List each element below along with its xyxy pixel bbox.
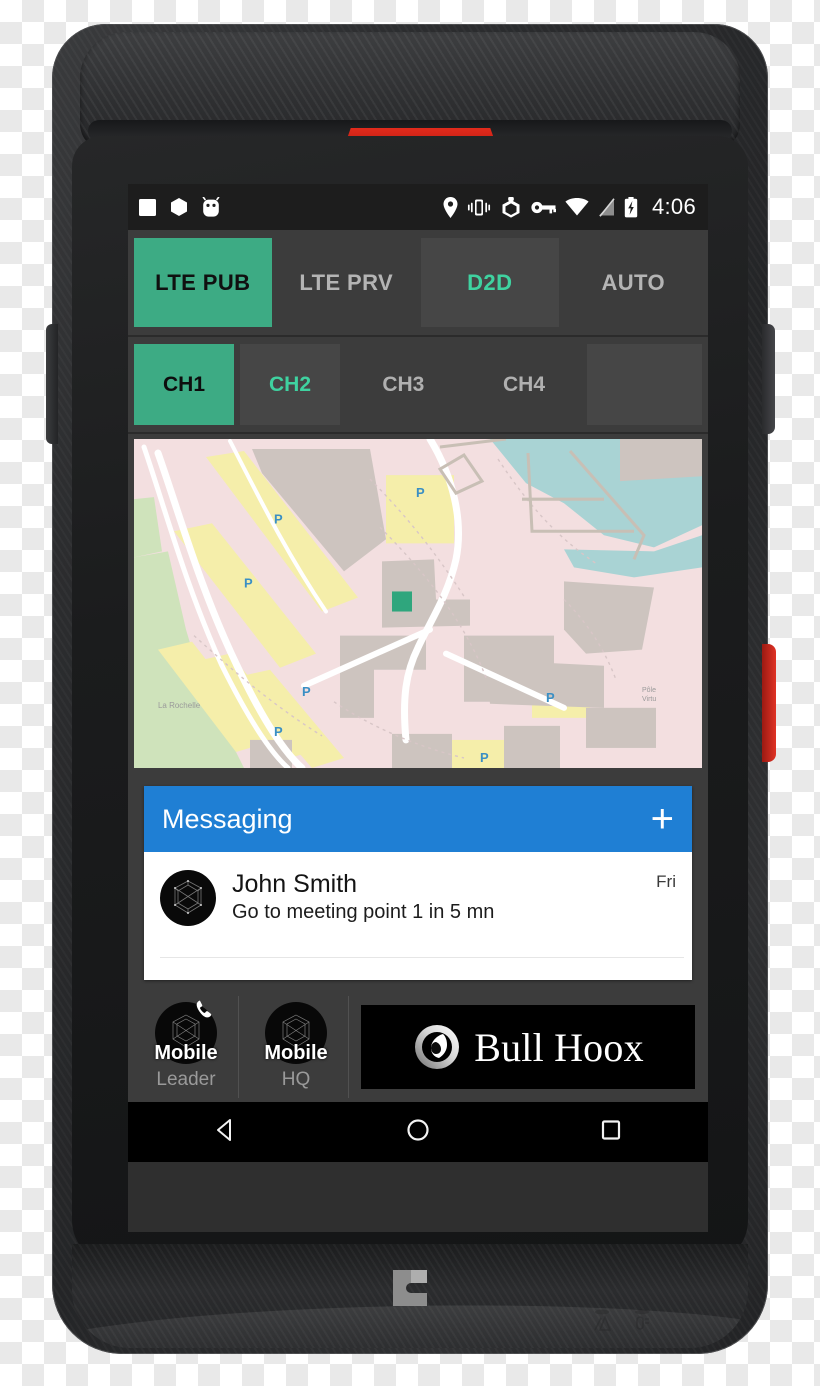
conversation-name: John Smith — [232, 870, 358, 898]
vibrate-icon — [467, 198, 491, 217]
channel-label-ch1: CH1 — [162, 372, 205, 396]
mode-label-d2d: D2D — [467, 269, 513, 295]
new-message-button[interactable]: + — [651, 799, 674, 839]
recents-button[interactable] — [597, 1116, 625, 1149]
no-sim-signal-icon — [598, 197, 615, 217]
messaging-title: Messaging — [162, 803, 293, 834]
channel-button-ch3[interactable]: CH3 — [346, 344, 461, 425]
volume-rocker-button[interactable] — [46, 324, 58, 444]
channel-button-ch4[interactable]: CH4 — [467, 344, 582, 425]
bottom-dock: Mobile Leader Mobile HQ Bull Hoox — [128, 992, 708, 1102]
brand-logo-box: Bull Hoox — [360, 1005, 696, 1089]
square-notification-icon — [138, 198, 157, 217]
ptt-button[interactable] — [762, 324, 775, 434]
contact-line2-leader: Leader — [156, 1069, 216, 1090]
svg-text:P: P — [302, 684, 311, 699]
phone-chin — [72, 1244, 748, 1348]
mode-button-lte-prv[interactable]: LTE PRV — [278, 238, 416, 327]
location-pin-icon — [443, 196, 458, 218]
contact-line2-hq: HQ — [281, 1069, 311, 1090]
mode-label-lte-pub: LTE PUB — [155, 269, 251, 295]
wifi-icon — [565, 198, 589, 216]
mode-label-lte-prv: LTE PRV — [299, 269, 394, 295]
triangle-left-icon — [216, 1118, 231, 1141]
back-button[interactable] — [211, 1116, 239, 1149]
square-icon — [602, 1119, 621, 1140]
avatar — [160, 870, 216, 926]
channel-label-ch2: CH2 — [268, 372, 311, 396]
map-poi-label: Pôle — [642, 687, 656, 694]
channel-button-empty[interactable] — [587, 344, 703, 425]
hexagon-notification-icon — [169, 197, 189, 217]
svg-text:P: P — [274, 511, 283, 526]
contact-tile-hq[interactable]: Mobile HQ — [244, 996, 349, 1098]
home-button[interactable] — [404, 1116, 432, 1149]
android-head-icon — [201, 196, 221, 218]
brand-name: Bull Hoox — [474, 1024, 644, 1070]
contact-tile-leader[interactable]: Mobile Leader — [134, 996, 239, 1098]
messaging-panel: Messaging + John Smith Go to meeting poi… — [128, 772, 708, 992]
map-view[interactable]: P P P P P P P La Rochelle Pôle Virtu — [134, 439, 702, 768]
hexagon-network-avatar-icon — [174, 880, 202, 914]
conversation-preview: Go to meeting point 1 in 5 mn — [232, 901, 495, 923]
mode-button-lte-pub[interactable]: LTE PUB — [134, 238, 272, 327]
mode-button-d2d[interactable]: D2D — [421, 238, 559, 327]
channel-button-ch2[interactable]: CH2 — [240, 344, 340, 425]
list-divider — [160, 957, 684, 958]
svg-text:P: P — [274, 724, 283, 739]
contact-line1-hq: Mobile — [264, 1042, 328, 1064]
map-panel: P P P P P P P La Rochelle Pôle Virtu — [128, 434, 708, 772]
map-street-label: La Rochelle — [158, 701, 201, 710]
channel-label-ch4: CH4 — [503, 372, 546, 396]
android-navigation-bar — [128, 1102, 708, 1162]
phone-device: 4:06 LTE PUB LTE PRV D2D AUTO CH1 CH2 CH… — [46, 24, 776, 1354]
network-mode-row: LTE PUB LTE PRV D2D AUTO — [128, 230, 708, 337]
mode-label-auto: AUTO — [601, 269, 666, 295]
status-bar: 4:06 — [128, 184, 708, 230]
phone-screen: 4:06 LTE PUB LTE PRV D2D AUTO CH1 CH2 CH… — [128, 184, 708, 1232]
conversation-list-item[interactable]: John Smith Go to meeting point 1 in 5 mn… — [144, 852, 692, 980]
status-bar-right-icons: 4:06 — [443, 194, 696, 220]
hexagon-badge-icon — [500, 196, 522, 218]
messaging-header: Messaging + — [144, 786, 692, 852]
mode-button-auto[interactable]: AUTO — [565, 238, 703, 327]
status-bar-left-icons — [138, 196, 221, 218]
messaging-card: Messaging + John Smith Go to meeting poi… — [144, 786, 692, 980]
svg-text:P: P — [546, 690, 555, 705]
emergency-button[interactable] — [762, 644, 776, 762]
battery-charging-icon — [624, 196, 638, 218]
channel-label-ch3: CH3 — [382, 372, 425, 396]
contact-line1-leader: Mobile — [154, 1042, 218, 1064]
conversation-timestamp: Fri — [656, 872, 676, 891]
svg-text:P: P — [416, 485, 425, 500]
map-poi-label-2: Virtu — [642, 696, 656, 703]
status-bar-clock: 4:06 — [651, 194, 696, 219]
circle-icon — [407, 1118, 429, 1141]
map-unit-marker[interactable] — [392, 591, 412, 612]
map-canvas: P P P P P P P La Rochelle Pôle Virtu — [134, 439, 702, 768]
vpn-key-icon — [531, 200, 556, 215]
phone-call-icon — [196, 1000, 212, 1018]
conversation-texts: John Smith Go to meeting point 1 in 5 mn — [232, 870, 494, 924]
brand-panel[interactable]: Bull Hoox — [354, 996, 702, 1098]
channel-row: CH1 CH2 CH3 CH4 — [128, 337, 708, 434]
bull-hoox-circle-mark-icon — [415, 1025, 460, 1069]
channel-button-ch1[interactable]: CH1 — [134, 344, 234, 425]
svg-text:P: P — [244, 575, 253, 590]
svg-text:P: P — [480, 750, 489, 765]
